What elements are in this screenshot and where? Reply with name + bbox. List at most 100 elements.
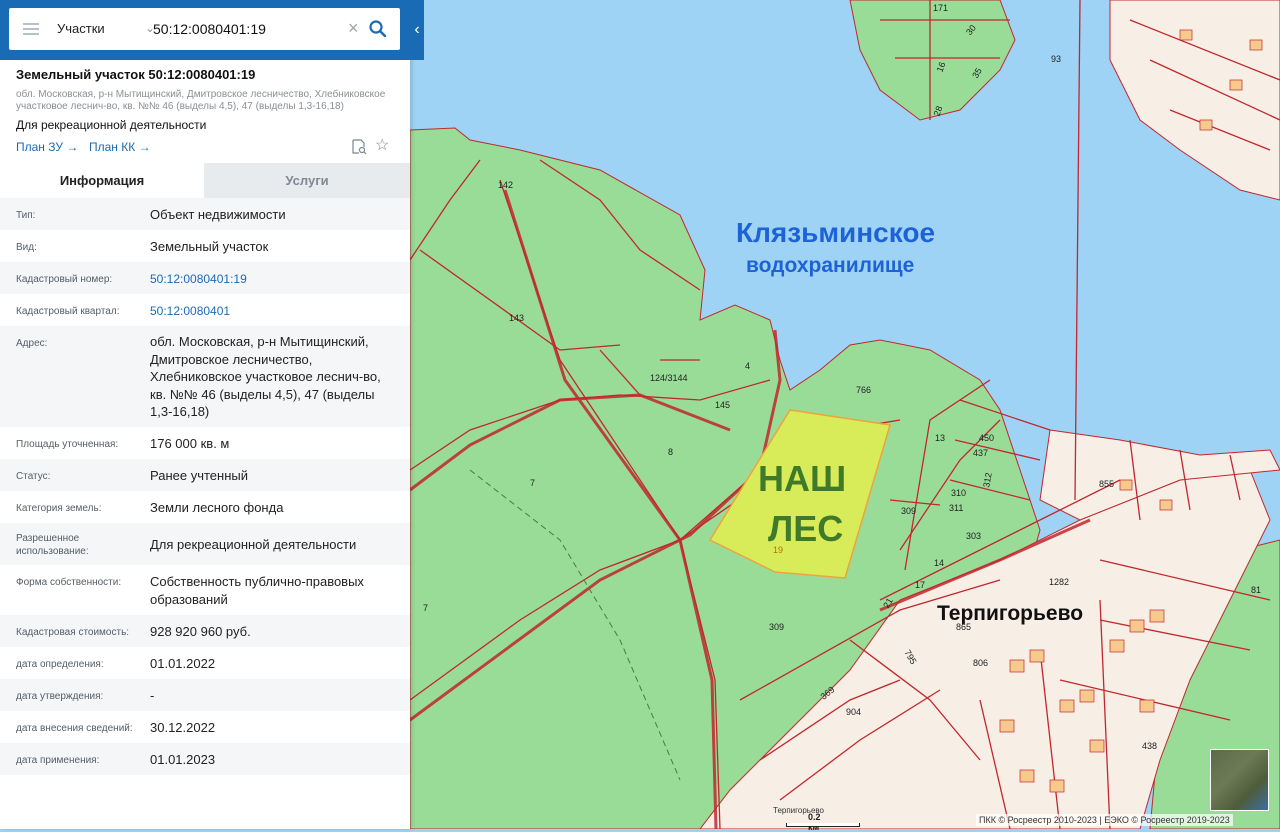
row-label: Кадастровый номер: <box>16 274 113 285</box>
parcel-number: 855 <box>1099 479 1115 489</box>
row-value: 01.01.2022 <box>150 656 216 671</box>
row-value: Для рекреационной деятельности <box>150 537 357 552</box>
info-row: Форма собственности: Собственность публи… <box>0 565 410 615</box>
menu-icon[interactable] <box>23 23 39 35</box>
plan-zu-link[interactable]: План ЗУ → <box>16 140 78 154</box>
parcel-number: 143 <box>509 313 525 323</box>
search-box: Участки ⌄ × <box>9 8 400 50</box>
row-value: Земли лесного фонда <box>150 500 284 515</box>
parcel-number: 865 <box>956 622 972 632</box>
row-value-address: обл. Московская, р-н Мытищинский, Дмитро… <box>150 334 381 419</box>
row-label: Адрес: <box>16 338 48 349</box>
parcel-number: 310 <box>951 488 967 498</box>
info-row: Площадь уточненная: 176 000 кв. м <box>0 427 410 459</box>
search-icon[interactable] <box>368 19 388 39</box>
row-value: 176 000 кв. м <box>150 436 230 451</box>
row-label: Вид: <box>16 242 37 253</box>
row-value: Объект недвижимости <box>150 207 286 222</box>
document-search-icon[interactable] <box>351 139 367 155</box>
parcel-number: 437 <box>973 448 989 458</box>
row-label: Кадастровая стоимость: <box>16 627 130 638</box>
row-value: 30.12.2022 <box>150 720 216 735</box>
parcel-number: 13 <box>935 433 946 443</box>
parcel-number: 303 <box>966 531 982 541</box>
parcel-number: 7 <box>530 478 536 488</box>
reservoir-label-line1: Клязьминское <box>736 217 936 248</box>
parcel-number: 7 <box>423 603 429 613</box>
tab-services[interactable]: Услуги <box>204 163 410 198</box>
reservoir-label-line2: водохранилище <box>746 254 915 277</box>
row-label: Площадь уточненная: <box>16 439 119 450</box>
cadastral-quarter-link[interactable]: 50:12:0080401 <box>150 303 395 321</box>
info-row: Разрешенное использование: Для рекреацио… <box>0 523 410 565</box>
row-label: Категория земель: <box>16 503 102 514</box>
info-row: Кадастровый номер: 50:12:0080401:19 <box>0 262 410 294</box>
collapse-panel-icon[interactable]: ‹ <box>410 0 424 60</box>
tab-information[interactable]: Информация <box>0 163 204 198</box>
row-label: дата определения: <box>16 659 104 670</box>
parcel-number: 904 <box>846 707 862 717</box>
star-icon[interactable]: ☆ <box>375 138 389 154</box>
parcel-use: Для рекреационной деятельности <box>16 118 207 132</box>
forest-label-line2: ЛЕС <box>768 508 844 549</box>
info-row: Вид: Земельный участок <box>0 230 410 262</box>
parcel-number: 81 <box>1251 585 1262 595</box>
row-label: дата утверждения: <box>16 691 104 702</box>
plan-kk-link[interactable]: План КК → <box>89 140 151 154</box>
info-row: Категория земель: Земли лесного фонда <box>0 491 410 523</box>
info-row: Кадастровый квартал: 50:12:0080401 <box>0 294 410 326</box>
scale-bar <box>786 823 860 827</box>
row-label: дата внесения сведений: <box>16 723 133 734</box>
info-row: Адрес: обл. Московская, р-н Мытищинский,… <box>0 326 410 427</box>
cadastral-number-link[interactable]: 50:12:0080401:19 <box>150 271 395 289</box>
parcel-number: 17 <box>915 580 926 590</box>
info-panel: Земельный участок 50:12:0080401:19 обл. … <box>0 0 410 829</box>
search-type-select[interactable]: Участки ⌄ <box>57 21 155 39</box>
row-value: 928 920 960 руб. <box>150 624 251 639</box>
info-row: Кадастровая стоимость: 928 920 960 руб. <box>0 615 410 647</box>
parcel-number: 450 <box>979 433 995 443</box>
parcel-number-selected: 19 <box>773 545 784 555</box>
parcel-number: 4 <box>745 361 751 371</box>
info-row: дата внесения сведений: 30.12.2022 <box>0 711 410 743</box>
row-value: Ранее учтенный <box>150 468 248 483</box>
info-row: Статус: Ранее учтенный <box>0 459 410 491</box>
row-value: 01.01.2023 <box>150 752 216 767</box>
close-icon[interactable]: × <box>348 18 359 38</box>
parcel-number: 124/3144 <box>650 373 688 383</box>
parcel-number: 309 <box>769 622 785 632</box>
parcel-number: 171 <box>933 3 949 13</box>
info-row: дата определения: 01.01.2022 <box>0 647 410 679</box>
parcel-number: 438 <box>1142 741 1158 751</box>
row-value: Земельный участок <box>150 239 269 254</box>
row-label: Кадастровый квартал: <box>16 306 120 317</box>
basemap-switcher[interactable] <box>1210 749 1269 811</box>
parcel-title: Земельный участок 50:12:0080401:19 <box>16 67 256 82</box>
info-row: Тип: Объект недвижимости <box>0 198 410 230</box>
row-label: Разрешенное использование: <box>16 533 89 557</box>
row-label: Статус: <box>16 471 51 482</box>
search-input[interactable] <box>153 19 349 39</box>
parcel-number: 142 <box>498 180 514 190</box>
parcel-number: 309 <box>901 506 917 516</box>
parcel-address: обл. Московская, р-н Мытищинский, Дмитро… <box>16 89 386 112</box>
row-value: Собственность публично-правовых образова… <box>150 574 364 607</box>
parcel-number: 8 <box>668 447 674 457</box>
scale-label: 0.2 км <box>808 812 821 832</box>
tab-bar: Информация Услуги <box>0 163 410 198</box>
row-label: дата применения: <box>16 755 100 766</box>
map-attribution: ПКК © Росреестр 2010-2023 | ЕЭКО © Росре… <box>976 814 1233 826</box>
parcel-number: 806 <box>973 658 989 668</box>
info-row: дата утверждения: - <box>0 679 410 711</box>
search-bar: Участки ⌄ × ‹ <box>0 0 424 60</box>
parcel-number: 311 <box>949 503 964 513</box>
search-type-label: Участки <box>57 21 105 36</box>
parcel-number: 1282 <box>1049 577 1070 587</box>
parcel-number: 14 <box>934 558 945 568</box>
parcel-number: 766 <box>856 385 872 395</box>
row-label: Тип: <box>16 210 36 221</box>
parcel-number: 93 <box>1051 54 1062 64</box>
row-value: - <box>150 688 155 703</box>
info-row: дата применения: 01.01.2023 <box>0 743 410 775</box>
parcel-number: 145 <box>715 400 731 410</box>
